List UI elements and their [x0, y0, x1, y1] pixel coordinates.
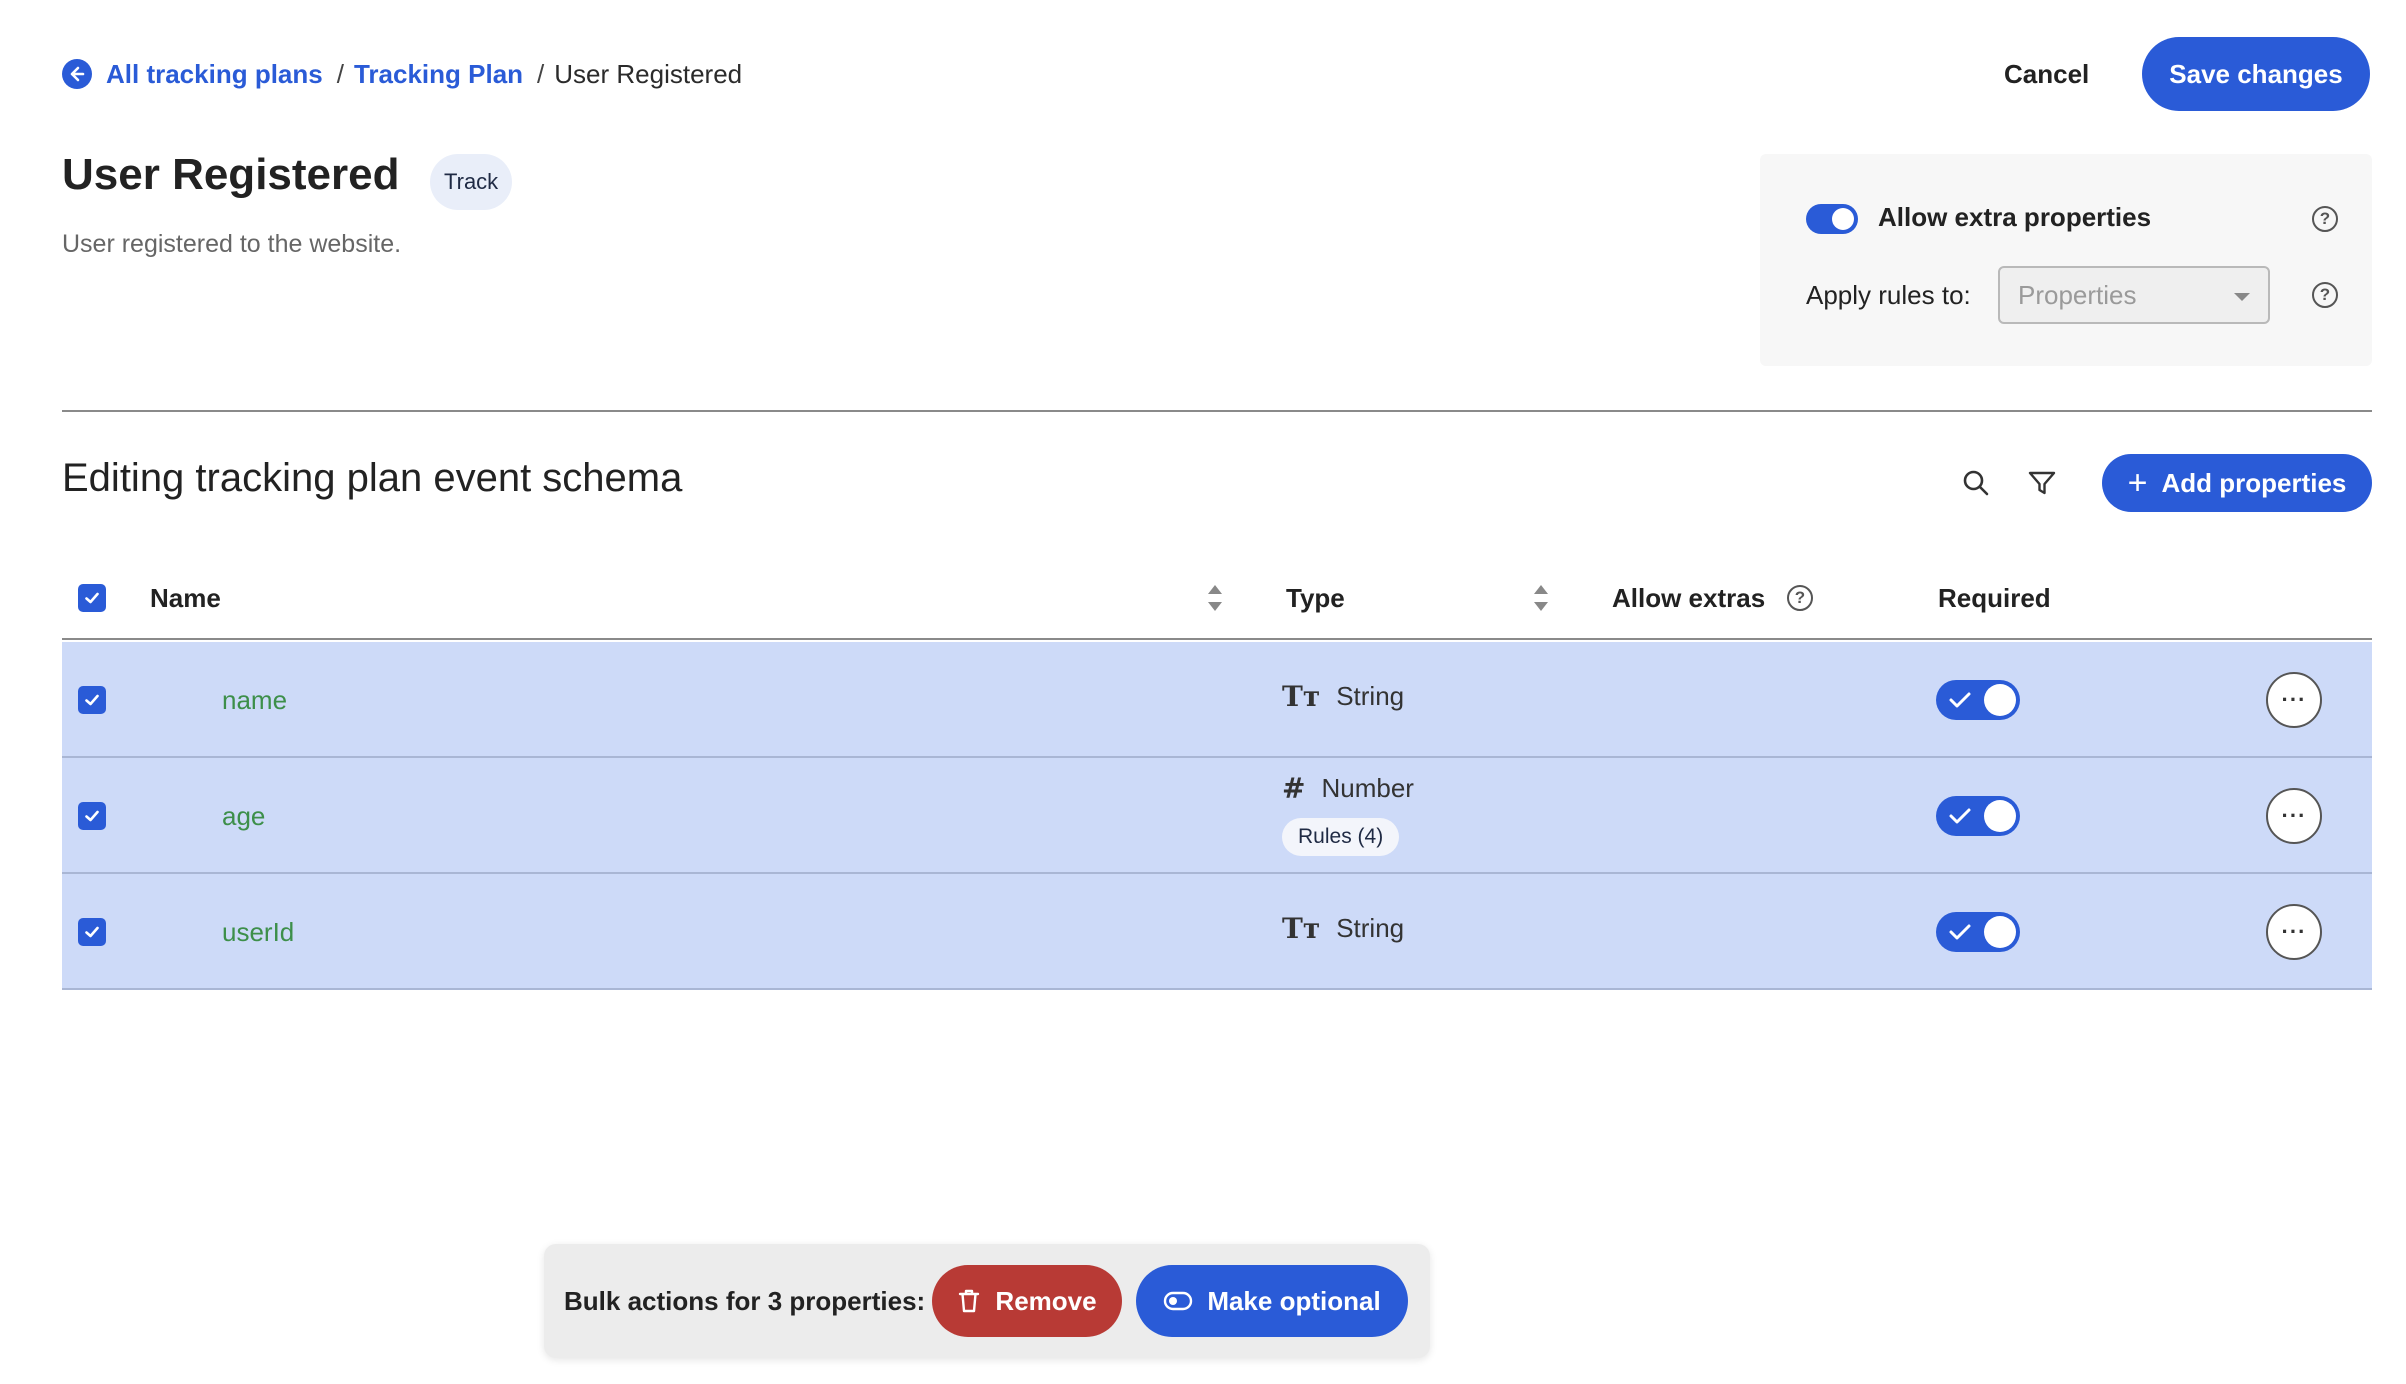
required-toggle[interactable] — [1936, 912, 2020, 952]
checkmark-icon — [1949, 692, 1971, 708]
plus-icon: + — [2127, 464, 2148, 502]
allow-extra-properties-toggle[interactable] — [1806, 204, 1858, 234]
required-toggle[interactable] — [1936, 680, 2020, 720]
checkmark-icon — [85, 694, 99, 706]
cancel-button[interactable]: Cancel — [1990, 48, 2103, 100]
apply-rules-select[interactable]: Properties — [1998, 266, 2270, 324]
row-checkbox[interactable] — [78, 686, 106, 714]
row-checkbox[interactable] — [78, 918, 106, 946]
property-type-label: Number — [1321, 773, 1414, 803]
checkmark-icon — [85, 926, 99, 938]
breadcrumb-link-tracking-plan[interactable]: Tracking Plan — [354, 59, 523, 90]
column-header-type: Type — [1286, 582, 1345, 613]
bulk-actions-bar: Bulk actions for 3 properties: Remove Ma… — [544, 1244, 1430, 1358]
apply-rules-select-value: Properties — [2018, 279, 2137, 310]
property-name[interactable]: userId — [222, 874, 294, 990]
add-properties-label: Add properties — [2161, 467, 2347, 498]
table-row[interactable]: userId Tт String ··· — [62, 874, 2372, 990]
save-changes-button[interactable]: Save changes — [2142, 37, 2370, 111]
string-type-icon: Tт — [1282, 680, 1321, 713]
column-header-name: Name — [150, 582, 221, 613]
trash-icon — [959, 1289, 980, 1313]
table-row[interactable]: name Tт String ··· — [62, 642, 2372, 758]
required-toggle[interactable] — [1936, 796, 2020, 836]
bulk-actions-label: Bulk actions for 3 properties: — [564, 1285, 926, 1316]
property-type: Tт String — [1282, 912, 1404, 945]
more-actions-button[interactable]: ··· — [2266, 672, 2322, 728]
remove-button[interactable]: Remove — [932, 1265, 1122, 1337]
breadcrumb: All tracking plans / Tracking Plan / Use… — [62, 54, 742, 94]
rules-badge[interactable]: Rules (4) — [1282, 818, 1400, 856]
toggle-icon — [1164, 1291, 1193, 1311]
filter-icon[interactable] — [2020, 461, 2064, 505]
property-type-label: String — [1336, 913, 1405, 943]
checkmark-icon — [85, 810, 99, 822]
make-optional-button[interactable]: Make optional — [1136, 1265, 1408, 1337]
number-type-icon: # — [1282, 772, 1306, 805]
sort-name-icon[interactable] — [1208, 585, 1222, 611]
more-actions-button[interactable]: ··· — [2266, 904, 2322, 960]
remove-label: Remove — [995, 1285, 1097, 1316]
help-icon[interactable]: ? — [2312, 282, 2338, 308]
back-arrow-icon[interactable] — [62, 59, 92, 89]
table-row[interactable]: age # Number Rules (4) ··· — [62, 758, 2372, 874]
page-title: User Registered — [62, 150, 400, 199]
allow-extra-properties-label: Allow extra properties — [1878, 202, 2152, 232]
breadcrumb-link-all-plans[interactable]: All tracking plans — [106, 59, 323, 90]
column-header-required: Required — [1938, 582, 2051, 613]
event-settings-panel: Allow extra properties ? Apply rules to:… — [1760, 154, 2372, 366]
breadcrumb-separator: / — [336, 58, 344, 89]
apply-rules-label: Apply rules to: — [1806, 280, 1971, 310]
property-type-label: String — [1336, 681, 1405, 711]
schema-section-title: Editing tracking plan event schema — [62, 456, 683, 500]
property-type: Tт String — [1282, 680, 1404, 713]
caret-down-icon — [2234, 293, 2250, 301]
help-icon[interactable]: ? — [2312, 206, 2338, 232]
checkmark-icon — [1949, 924, 1971, 940]
breadcrumb-current: User Registered — [554, 58, 743, 89]
sort-type-icon[interactable] — [1534, 585, 1548, 611]
search-icon[interactable] — [1954, 461, 1998, 505]
add-properties-button[interactable]: + Add properties — [2102, 454, 2372, 512]
property-name[interactable]: age — [222, 758, 265, 874]
checkmark-icon — [85, 592, 99, 604]
event-type-badge: Track — [430, 154, 513, 210]
help-icon[interactable]: ? — [1787, 585, 1813, 611]
select-all-checkbox[interactable] — [78, 584, 106, 612]
property-name[interactable]: name — [222, 642, 287, 758]
breadcrumb-separator: / — [537, 58, 545, 89]
schema-table-header: Name Type Allow extras ? Required — [62, 556, 2372, 640]
checkmark-icon — [1949, 808, 1971, 824]
column-header-allow-extras: Allow extras — [1612, 582, 1766, 613]
page-description: User registered to the website. — [62, 230, 402, 258]
more-actions-button[interactable]: ··· — [2266, 788, 2322, 844]
row-checkbox[interactable] — [78, 802, 106, 830]
make-optional-label: Make optional — [1207, 1285, 1381, 1316]
property-type: # Number — [1282, 772, 1414, 805]
section-divider — [62, 410, 2372, 412]
string-type-icon: Tт — [1282, 912, 1321, 945]
